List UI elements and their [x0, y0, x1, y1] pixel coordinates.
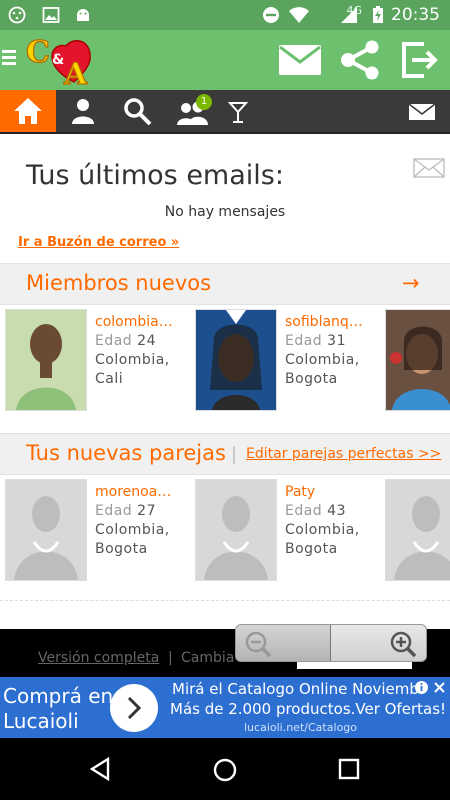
mail-icon[interactable]	[278, 44, 322, 76]
silhouette-icon	[386, 480, 450, 580]
nav-bar: 1	[0, 90, 450, 134]
do-not-disturb-icon	[263, 7, 279, 23]
member-country: Colombia,	[95, 522, 170, 538]
member-info: sofiblanq… Edad 31 Colombia, Bogota	[285, 313, 363, 389]
member-country: Colombia,	[285, 352, 360, 368]
back-icon[interactable]	[88, 757, 112, 781]
svg-text:&: &	[52, 52, 64, 68]
envelope-outline-icon	[413, 158, 445, 178]
member-photo[interactable]	[5, 309, 87, 411]
new-members-carousel: colombia… Edad 24 Colombia, Cali sofibla…	[0, 303, 450, 423]
member-age: 24	[137, 333, 156, 349]
wifi-icon	[289, 7, 309, 23]
android-icon	[77, 9, 89, 21]
zoom-controls	[235, 624, 427, 662]
member-info: colombia… Edad 24 Colombia, Cali	[95, 313, 173, 389]
member-city: Bogota	[95, 541, 148, 557]
change-link[interactable]: Cambia	[181, 650, 234, 666]
ad-arrow-button[interactable]	[110, 684, 158, 732]
matches-separator: |	[231, 444, 238, 465]
nav-home-tab[interactable]	[0, 90, 56, 132]
ad-headline-line2: Lucaioli	[3, 709, 79, 733]
silhouette-icon	[6, 480, 86, 580]
member-photo[interactable]	[195, 309, 277, 411]
member-country: Colombia,	[95, 352, 170, 368]
status-bar: 4G 20:35	[0, 0, 450, 30]
member-age: 43	[327, 503, 346, 519]
ad-banner[interactable]: Comprá en Lucaioli Mirá el Catalogo Onli…	[0, 677, 450, 738]
silhouette-icon	[196, 480, 276, 580]
member-age: 27	[137, 503, 156, 519]
member-photo-placeholder[interactable]	[195, 479, 277, 581]
member-photo[interactable]	[385, 309, 450, 411]
age-label: Edad	[285, 333, 323, 349]
emails-title: Tus últimos emails:	[26, 160, 284, 191]
member-country: Colombia,	[285, 522, 360, 538]
member-city: Bogota	[285, 541, 338, 557]
profile-icon[interactable]	[68, 96, 98, 126]
home-circle-icon[interactable]	[212, 757, 238, 783]
age-label: Edad	[95, 503, 133, 519]
app-logo: C & A	[25, 34, 91, 88]
new-members-header: Miembros nuevos →	[0, 263, 450, 305]
member-name[interactable]: colombia…	[95, 313, 173, 332]
no-messages-text: No hay mensajes	[164, 204, 286, 220]
zoom-out-button[interactable]	[236, 625, 331, 661]
recents-icon[interactable]	[338, 758, 360, 780]
member-photo-placeholder[interactable]	[5, 479, 87, 581]
matches-header: Tus nuevas parejas | Editar parejas perf…	[0, 433, 450, 475]
chevron-right-icon	[127, 696, 142, 720]
member-city: Cali	[95, 371, 124, 387]
member-photo-image	[196, 310, 276, 410]
share-icon[interactable]	[338, 40, 382, 80]
system-nav-bar	[0, 738, 450, 800]
ad-headline-line1: Comprá en	[3, 684, 114, 708]
ad-info-icon[interactable]	[414, 680, 429, 695]
member-age: 31	[327, 333, 346, 349]
edit-matches-link[interactable]: Editar parejas perfectas >>	[246, 446, 441, 462]
new-members-arrow[interactable]: →	[402, 271, 420, 295]
member-photo-placeholder[interactable]	[385, 479, 450, 581]
ad-line1: Mirá el Catalogo Online Noviemb	[172, 680, 419, 698]
zoom-in-button[interactable]	[331, 625, 426, 661]
svg-text:C: C	[26, 35, 50, 70]
member-photo-image	[386, 310, 450, 410]
member-name[interactable]: morenoa…	[95, 483, 171, 502]
member-info: morenoa… Edad 27 Colombia, Bogota	[95, 483, 171, 559]
home-icon	[14, 98, 42, 124]
ad-url: lucaioli.net/Catalogo	[244, 721, 357, 734]
battery-charging-icon	[373, 6, 383, 23]
full-version-link[interactable]: Versión completa	[38, 650, 159, 666]
member-photo-image	[6, 310, 86, 410]
ad-close-icon[interactable]	[432, 680, 447, 695]
new-members-title: Miembros nuevos	[26, 271, 212, 295]
search-icon[interactable]	[122, 96, 152, 126]
inbox-link[interactable]: Ir a Buzón de correo »	[18, 235, 179, 250]
age-label: Edad	[285, 503, 323, 519]
svg-text:A: A	[63, 57, 88, 88]
signal-icon	[341, 7, 357, 23]
zoom-in-icon	[390, 631, 417, 658]
matches-badge: 1	[196, 94, 212, 110]
nav-mail-icon[interactable]	[408, 103, 436, 121]
footer-separator: |	[168, 650, 173, 666]
logout-icon[interactable]	[400, 41, 440, 79]
member-name[interactable]: sofiblanq…	[285, 313, 363, 332]
ad-line2: Más de 2.000 productos.Ver Ofertas!	[170, 700, 447, 718]
matches-title: Tus nuevas parejas	[26, 441, 226, 465]
clock: 20:35	[391, 5, 440, 25]
member-city: Bogota	[285, 371, 338, 387]
image-notification-icon	[42, 7, 60, 23]
notification-dots-icon	[8, 6, 26, 24]
age-label: Edad	[95, 333, 133, 349]
menu-icon[interactable]	[2, 47, 16, 68]
member-name[interactable]: Paty	[285, 483, 360, 502]
divider	[0, 600, 450, 601]
member-info: Paty Edad 43 Colombia, Bogota	[285, 483, 360, 559]
cocktail-icon[interactable]	[228, 96, 248, 126]
app-bar: C & A	[0, 30, 450, 90]
zoom-out-icon	[245, 631, 272, 658]
matches-carousel: morenoa… Edad 27 Colombia, Bogota Paty E…	[0, 473, 450, 593]
